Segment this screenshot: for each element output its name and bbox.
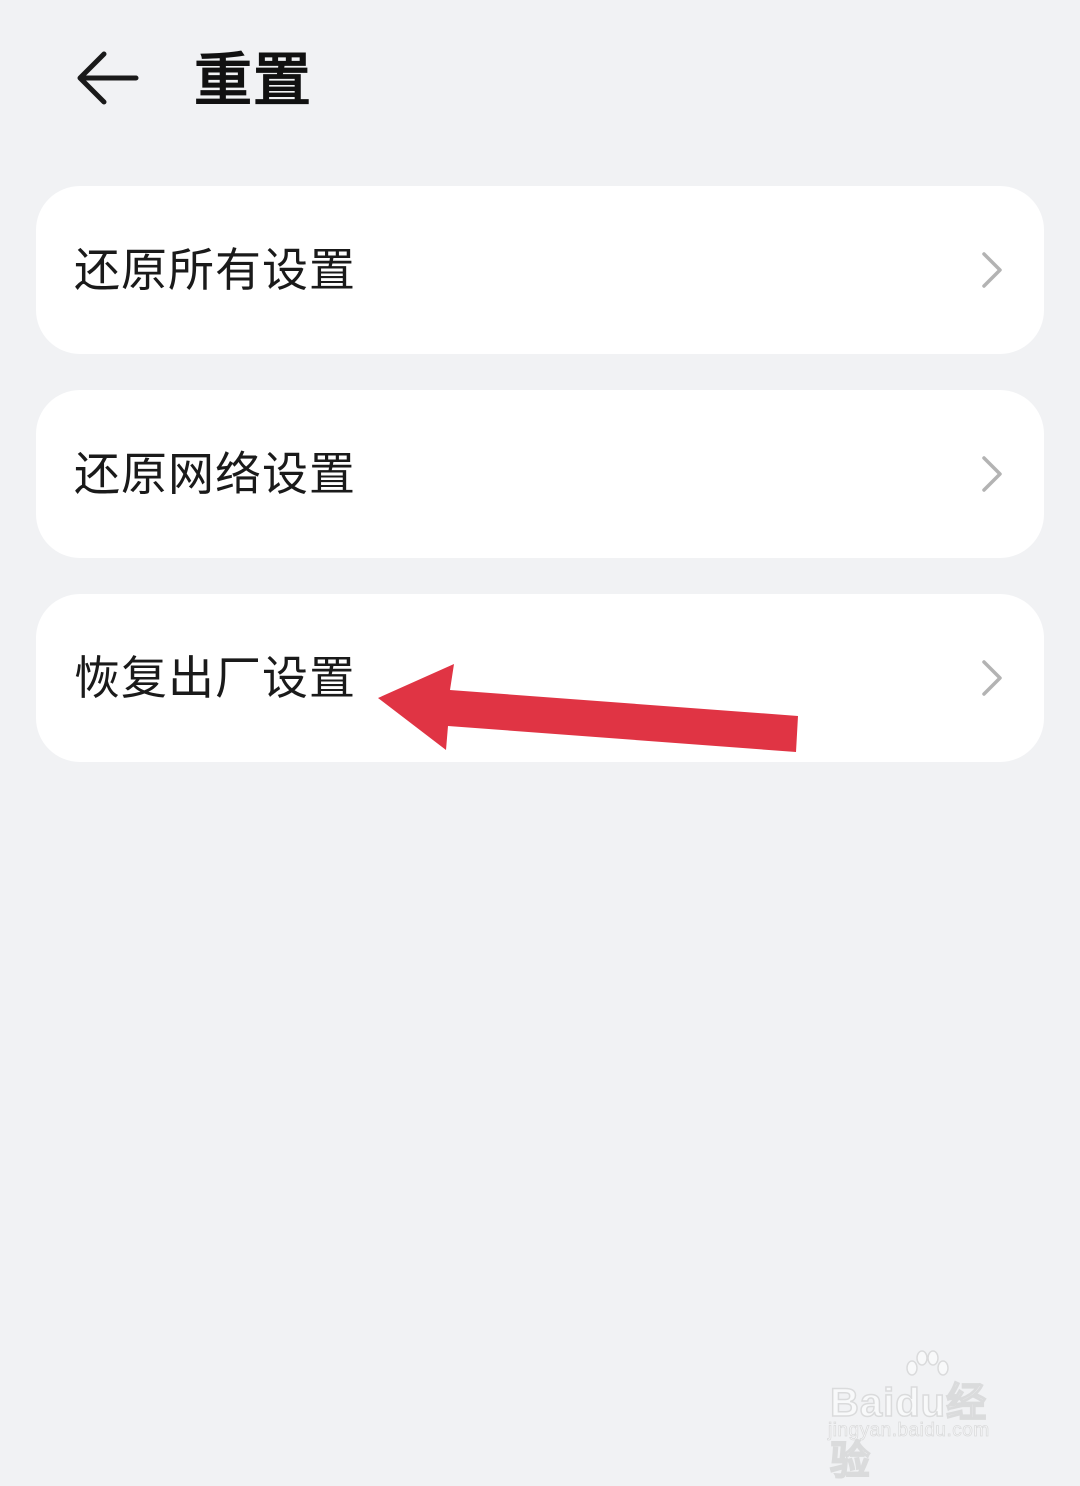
arrow-left-icon <box>77 51 139 105</box>
annotation-arrow-icon <box>378 664 798 752</box>
back-button[interactable] <box>66 40 150 116</box>
chevron-right-icon <box>980 250 1004 290</box>
reset-all-settings-label: 还原所有设置 <box>74 243 356 297</box>
top-app-bar: 重置 <box>0 0 1080 160</box>
factory-reset-label: 恢复出厂设置 <box>74 651 356 705</box>
reset-network-settings-item[interactable]: 还原网络设置 <box>36 390 1044 558</box>
page-title: 重置 <box>194 46 313 114</box>
reset-network-settings-label: 还原网络设置 <box>74 447 356 501</box>
watermark: Baidu经验 jingyan.baidu.com <box>826 1350 1026 1484</box>
watermark-url: jingyan.baidu.com <box>828 1420 990 1442</box>
chevron-right-icon <box>980 658 1004 698</box>
chevron-right-icon <box>980 454 1004 494</box>
reset-all-settings-item[interactable]: 还原所有设置 <box>36 186 1044 354</box>
